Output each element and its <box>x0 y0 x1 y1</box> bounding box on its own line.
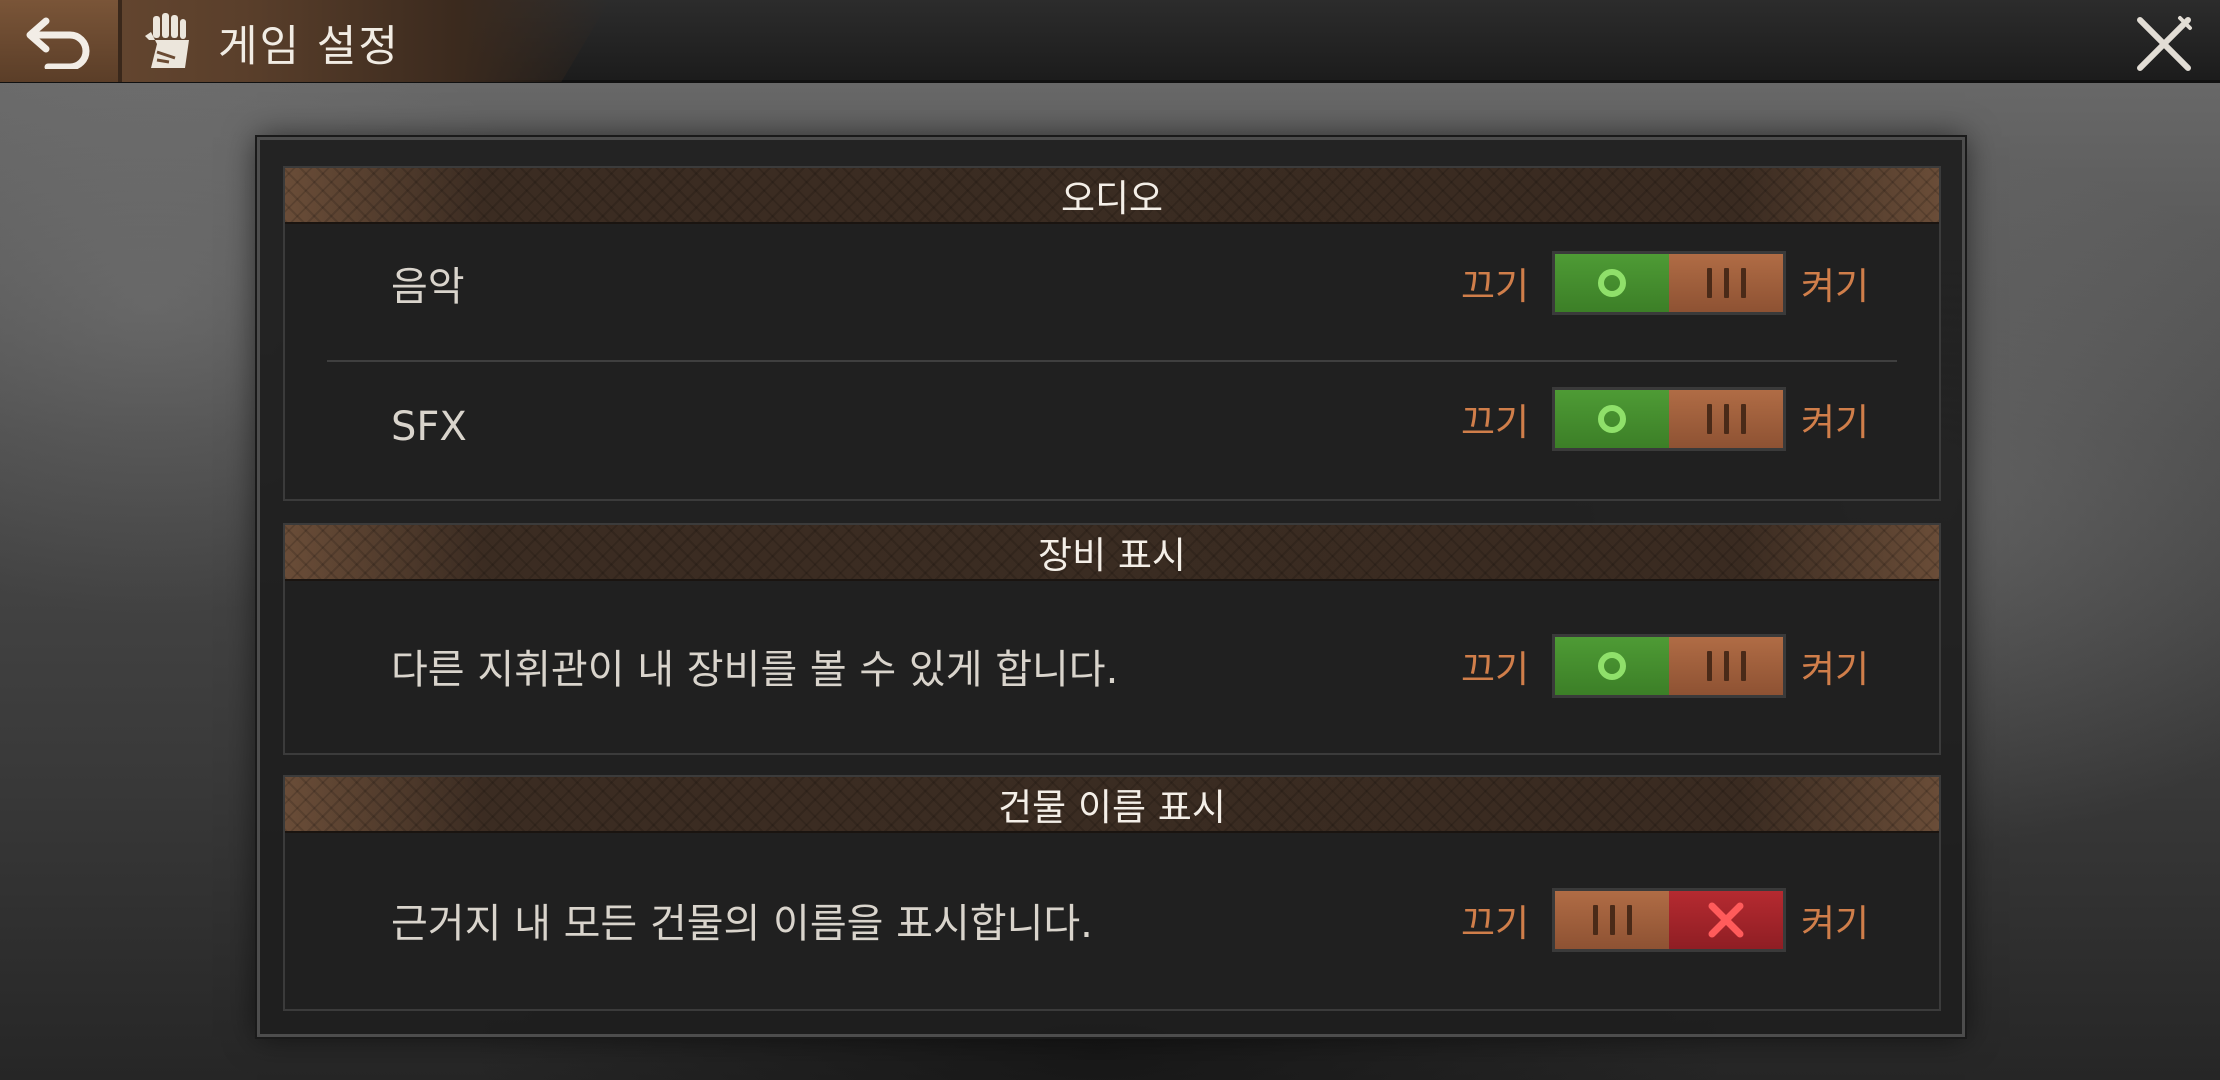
building-names-toggle[interactable] <box>1552 888 1786 952</box>
off-label: 끄기 <box>1461 265 1530 308</box>
off-label: 끄기 <box>1461 401 1530 445</box>
top-bar: 게임 설정 <box>0 0 2220 83</box>
section-title: 오디오 <box>1060 177 1164 220</box>
off-label: 끄기 <box>1461 648 1530 691</box>
on-label: 켜기 <box>1801 648 1870 691</box>
on-label: 켜기 <box>1801 902 1870 945</box>
section-audio: 오디오 음악 끄기 켜기 SFX 끄기 켜기 <box>283 166 1941 501</box>
toggle-on-indicator <box>1555 390 1669 449</box>
setting-label: 다른 지휘관이 내 장비를 볼 수 있게 합니다. <box>391 647 1119 693</box>
setting-label: SFX <box>391 404 467 450</box>
section-title: 건물 이름 표시 <box>998 786 1226 829</box>
circle-icon <box>1598 269 1626 297</box>
grip-icon <box>1706 651 1746 681</box>
setting-label: 음악 <box>391 264 465 310</box>
close-x-icon <box>2137 16 2192 71</box>
equipment-toggle[interactable] <box>1552 634 1786 698</box>
settings-panel: 오디오 음악 끄기 켜기 SFX 끄기 켜기 장비 표시 다른 지휘관이 내 장… <box>257 137 1965 1037</box>
setting-row-sfx: SFX 끄기 켜기 <box>285 362 1939 492</box>
section-equipment-display: 장비 표시 다른 지휘관이 내 장비를 볼 수 있게 합니다. 끄기 켜기 <box>283 523 1941 755</box>
toggle-knob <box>1669 637 1783 695</box>
on-label: 켜기 <box>1801 265 1870 308</box>
toggle-knob <box>1669 390 1783 449</box>
section-building-names: 건물 이름 표시 근거지 내 모든 건물의 이름을 표시합니다. 끄기 켜기 <box>283 775 1941 1011</box>
grip-icon <box>1706 268 1746 298</box>
settings-fist-icon <box>145 13 189 68</box>
toggle-knob <box>1669 254 1783 312</box>
circle-icon <box>1598 405 1626 434</box>
close-button[interactable] <box>2128 8 2200 80</box>
music-toggle[interactable] <box>1552 251 1786 315</box>
back-arrow-icon <box>26 17 90 69</box>
toggle-knob <box>1555 891 1669 949</box>
x-mark-icon <box>1708 902 1744 938</box>
section-title: 장비 표시 <box>1038 534 1186 577</box>
on-label: 켜기 <box>1801 401 1870 445</box>
grip-icon <box>1592 905 1632 935</box>
section-header: 장비 표시 <box>285 525 1939 581</box>
off-label: 끄기 <box>1461 902 1530 945</box>
setting-row-music: 음악 끄기 켜기 <box>285 224 1939 342</box>
grip-icon <box>1706 404 1746 435</box>
section-header: 오디오 <box>285 168 1939 224</box>
back-button[interactable] <box>0 0 122 82</box>
setting-row-equipment: 다른 지휘관이 내 장비를 볼 수 있게 합니다. 끄기 켜기 <box>285 581 1939 751</box>
circle-icon <box>1598 652 1626 680</box>
toggle-on-indicator <box>1555 254 1669 312</box>
sfx-toggle[interactable] <box>1552 387 1786 452</box>
toggle-off-indicator <box>1669 891 1783 949</box>
setting-row-building-names: 근거지 내 모든 건물의 이름을 표시합니다. 끄기 켜기 <box>285 833 1939 1007</box>
setting-label: 근거지 내 모든 건물의 이름을 표시합니다. <box>391 901 1093 947</box>
page-title: 게임 설정 <box>218 22 400 72</box>
section-header: 건물 이름 표시 <box>285 777 1939 833</box>
toggle-on-indicator <box>1555 637 1669 695</box>
